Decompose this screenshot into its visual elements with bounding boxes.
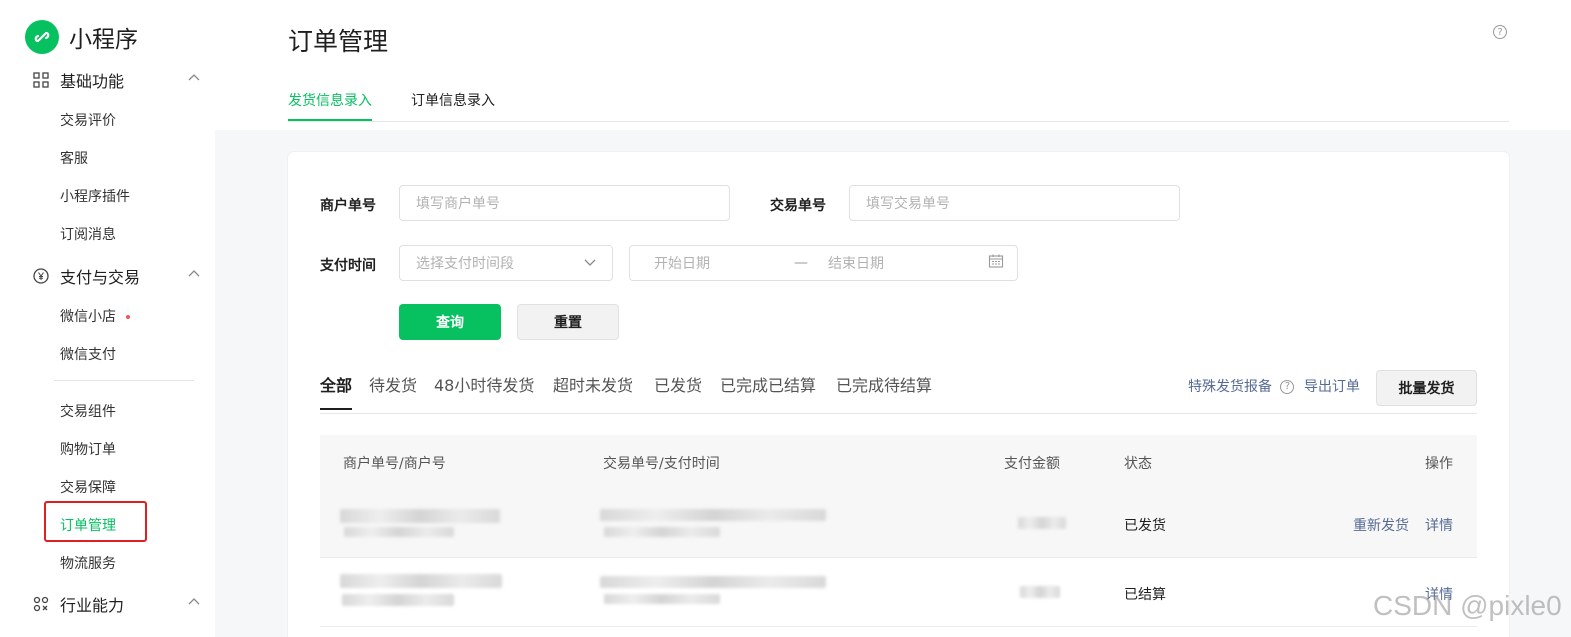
- special-report-link[interactable]: 特殊发货报备 ?: [1188, 376, 1295, 396]
- sidebar-group-label: 行业能力: [60, 596, 125, 615]
- industry-icon: [32, 595, 50, 613]
- table-row[interactable]: 已发货 重新发货 详情: [320, 489, 1477, 558]
- reship-link[interactable]: 重新发货: [1353, 515, 1409, 535]
- trade-no-input[interactable]: 填写交易单号: [849, 185, 1180, 221]
- trade-no-label: 交易单号: [770, 198, 826, 214]
- sidebar-item-wechat-pay[interactable]: 微信支付: [60, 344, 116, 364]
- app-logo[interactable]: 小程序: [25, 20, 138, 54]
- redacted-amount: [1020, 586, 1060, 598]
- calendar-icon: [988, 253, 1004, 273]
- sidebar-divider: [54, 380, 194, 381]
- sidebar: 小程序 基础功能 交易评价 客服 小程序插件 订阅消息 支付与交易 微信小店 微…: [0, 0, 215, 637]
- sidebar-item-reviews[interactable]: 交易评价: [60, 110, 116, 130]
- chevron-up-icon: [188, 266, 200, 280]
- end-date-input[interactable]: 结束日期: [828, 253, 988, 273]
- col-actions: 操作: [1425, 456, 1453, 472]
- redacted-merchant-no: [340, 574, 502, 588]
- new-dot-badge: [126, 315, 130, 319]
- sidebar-item-subscribe[interactable]: 订阅消息: [60, 224, 116, 244]
- merchant-no-label: 商户单号: [320, 198, 376, 214]
- date-separator: —: [794, 255, 808, 271]
- col-trade-no: 交易单号/支付时间: [603, 456, 720, 472]
- tab-overdue[interactable]: 超时未发货: [553, 372, 633, 408]
- col-status: 状态: [1124, 456, 1152, 472]
- col-amount: 支付金额: [1004, 456, 1060, 472]
- watermark: CSDN @pixle0: [1373, 590, 1562, 621]
- page-title: 订单管理: [288, 27, 389, 56]
- batch-ship-button[interactable]: 批量发货: [1376, 370, 1477, 406]
- sidebar-item-shopping-orders[interactable]: 购物订单: [60, 439, 116, 459]
- detail-link[interactable]: 详情: [1425, 515, 1453, 535]
- miniprogram-logo-icon: [25, 20, 59, 54]
- chevron-down-icon: [584, 255, 596, 271]
- table-header: 商户单号/商户号 交易单号/支付时间 支付金额 状态 操作: [320, 435, 1477, 489]
- sidebar-item-plugins[interactable]: 小程序插件: [60, 186, 130, 206]
- redacted-amount: [1018, 517, 1066, 529]
- merchant-no-input[interactable]: 填写商户单号: [399, 185, 730, 221]
- sidebar-item-logistics[interactable]: 物流服务: [60, 553, 116, 573]
- date-range-picker[interactable]: 开始日期 — 结束日期: [629, 245, 1018, 281]
- sidebar-item-trade-component[interactable]: 交易组件: [60, 401, 116, 421]
- tab-completed-settled[interactable]: 已完成已结算: [720, 372, 816, 408]
- tab-all[interactable]: 全部: [320, 372, 353, 410]
- pay-time-label: 支付时间: [320, 258, 376, 274]
- reset-button[interactable]: 重置: [517, 304, 619, 340]
- redacted-merchant-id: [342, 594, 454, 606]
- status-badge: 已结算: [1124, 587, 1166, 603]
- pay-time-select-value: 选择支付时间段: [416, 256, 514, 272]
- table-row[interactable]: 已结算 详情: [320, 558, 1477, 627]
- sidebar-group-label: 基础功能: [60, 72, 125, 91]
- main-content: 订单管理 ? 发货信息录入 订单信息录入 商户单号 填写商户单号 交易单号 填写…: [288, 0, 1509, 637]
- tab-shipping-info[interactable]: 发货信息录入: [288, 90, 372, 121]
- tab-order-info[interactable]: 订单信息录入: [411, 90, 495, 119]
- redacted-merchant-id: [344, 527, 454, 537]
- help-icon[interactable]: ?: [1493, 25, 1507, 39]
- yuan-icon: [32, 267, 50, 285]
- redacted-trade-no: [600, 509, 826, 521]
- export-orders-link[interactable]: 导出订单: [1304, 376, 1360, 396]
- sidebar-group-basic[interactable]: 基础功能: [32, 68, 200, 92]
- tab-pending-ship[interactable]: 待发货: [369, 372, 417, 408]
- col-merchant-no: 商户单号/商户号: [343, 456, 446, 472]
- sidebar-item-wechat-shop[interactable]: 微信小店: [60, 306, 130, 326]
- sidebar-item-trade-guarantee[interactable]: 交易保障: [60, 477, 116, 497]
- top-tabs: 发货信息录入 订单信息录入: [288, 90, 1509, 122]
- app-title: 小程序: [69, 27, 138, 53]
- sidebar-group-payment[interactable]: 支付与交易: [32, 264, 200, 288]
- order-card: 商户单号 填写商户单号 交易单号 填写交易单号 支付时间 选择支付时间段 开始日…: [288, 152, 1509, 637]
- start-date-input[interactable]: 开始日期: [654, 253, 794, 273]
- status-badge: 已发货: [1124, 518, 1166, 534]
- query-button[interactable]: 查询: [399, 304, 501, 340]
- tab-completed-unsettled[interactable]: 已完成待结算: [836, 372, 932, 408]
- chevron-up-icon: [188, 70, 200, 84]
- sidebar-item-service[interactable]: 客服: [60, 148, 88, 168]
- redacted-pay-time: [604, 527, 720, 537]
- tab-shipped[interactable]: 已发货: [654, 372, 702, 408]
- redacted-merchant-no: [340, 509, 500, 523]
- grid-icon: [32, 71, 50, 89]
- pay-time-select[interactable]: 选择支付时间段: [399, 245, 613, 281]
- chevron-up-icon: [188, 594, 200, 608]
- redacted-trade-no: [600, 576, 826, 588]
- sidebar-group-label: 支付与交易: [60, 268, 141, 287]
- highlight-box: [44, 501, 147, 542]
- redacted-pay-time: [604, 594, 720, 604]
- tab-48h-pending[interactable]: 48小时待发货: [434, 372, 534, 408]
- sidebar-group-industry[interactable]: 行业能力: [32, 592, 200, 616]
- help-circle-icon: ?: [1280, 380, 1295, 394]
